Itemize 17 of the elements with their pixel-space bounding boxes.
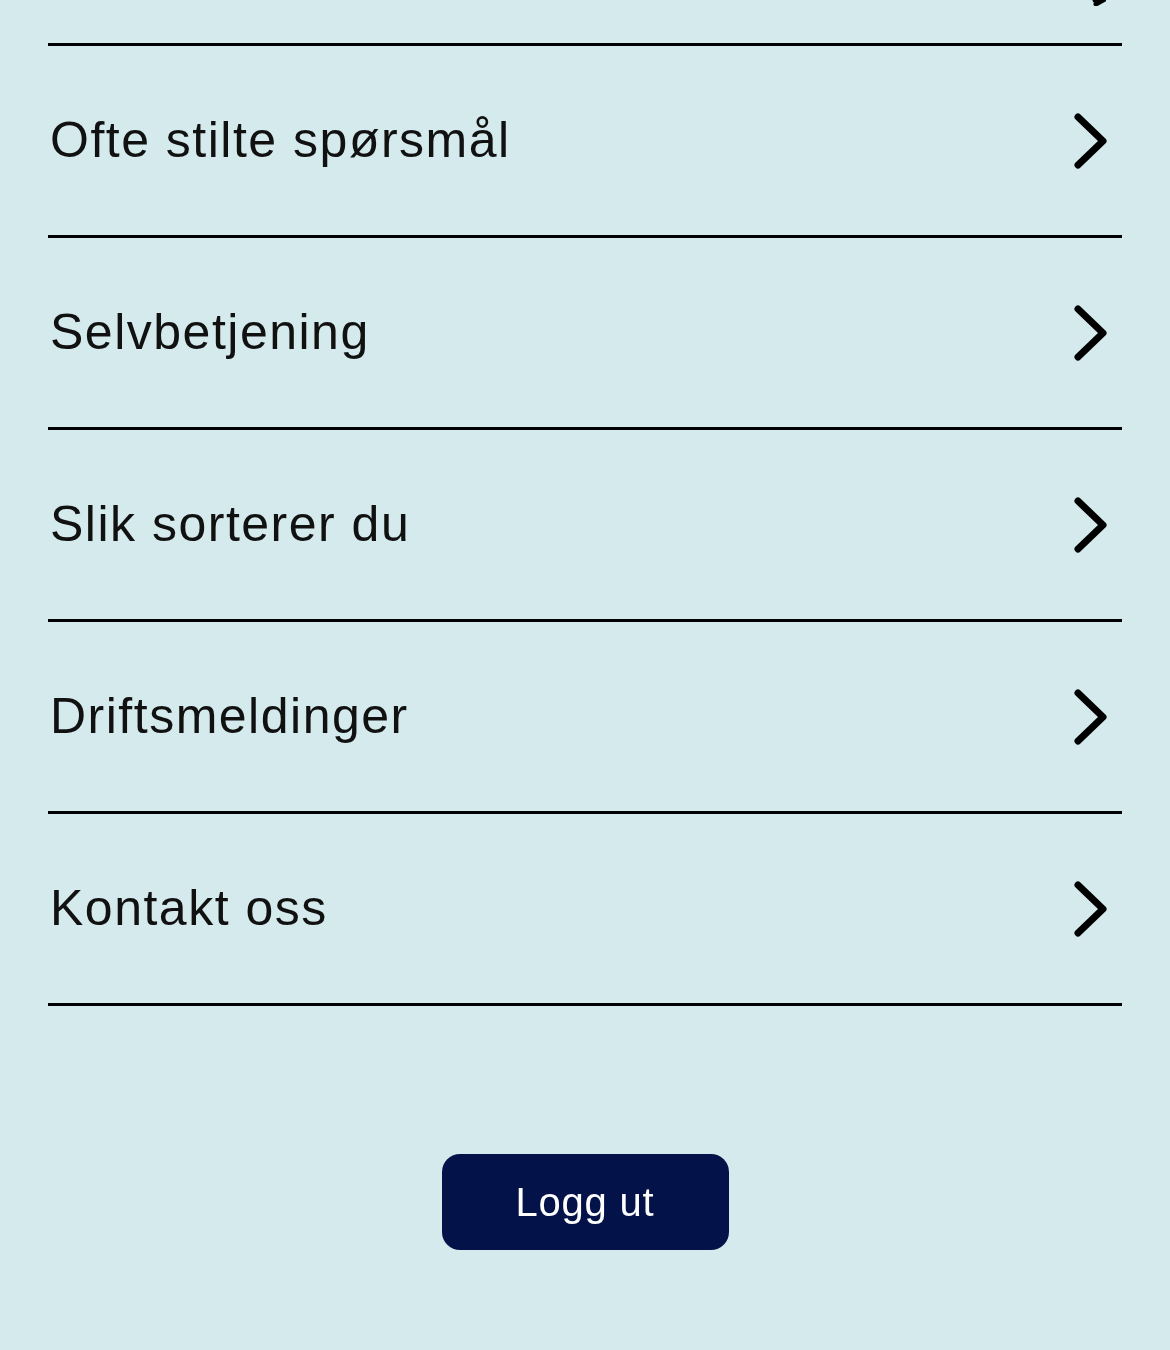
- menu-item[interactable]: Slik sorterer du: [48, 430, 1122, 622]
- chevron-right-icon: [1074, 880, 1108, 937]
- menu-item[interactable]: Kontakt oss: [48, 814, 1122, 1006]
- logout-button[interactable]: Logg ut: [441, 1154, 729, 1250]
- menu-item-label: Slik sorterer du: [50, 495, 411, 554]
- menu-item-label: Selvbetjening: [50, 303, 370, 362]
- menu-item-label: Kontakt oss: [50, 879, 328, 938]
- menu-item-label: Driftsmeldinger: [50, 687, 409, 746]
- chevron-icon: [1092, 0, 1106, 6]
- chevron-right-icon: [1074, 112, 1108, 169]
- menu-item[interactable]: Selvbetjening: [48, 238, 1122, 430]
- menu-item[interactable]: Driftsmeldinger: [48, 622, 1122, 814]
- menu-item-label: Ofte stilte spørsmål: [50, 111, 511, 170]
- chevron-right-icon: [1074, 304, 1108, 361]
- chevron-right-icon: [1074, 496, 1108, 553]
- chevron-right-icon: [1074, 688, 1108, 745]
- menu-item[interactable]: Ofte stilte spørsmål: [48, 46, 1122, 238]
